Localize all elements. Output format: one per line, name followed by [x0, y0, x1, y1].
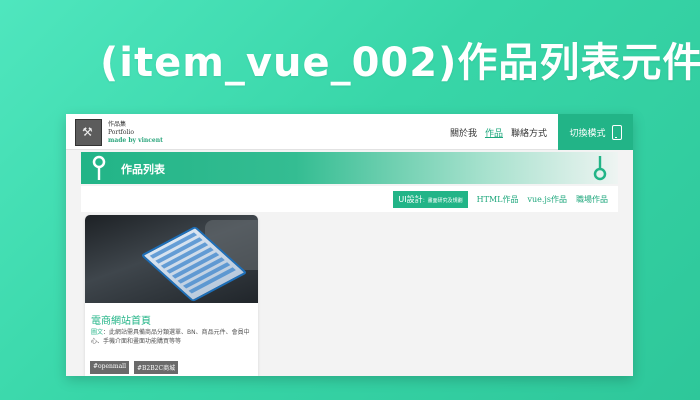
top-navbar: ⚒ 作品集 Portfolio made by vincent 關於我 作品 聯… [66, 114, 633, 150]
tag[interactable]: #openmall [90, 361, 129, 374]
brand-line-3: made by vincent [108, 137, 163, 144]
page-hero-title: (item_vue_002)作品列表元件 [100, 40, 700, 86]
filter-html[interactable]: HTML作品 [477, 194, 519, 205]
nav-item-about[interactable]: 關於我 [450, 126, 477, 139]
card-desc-text: ：此網站需具備商品分類選單、BN、商品元件、會員中心、手機介面和畫面功能購買等等 [91, 329, 250, 345]
filter-ui-design-sub: ：畫面研究及規劃 [422, 198, 463, 204]
switch-mode-label: 切換模式 [569, 128, 606, 139]
nav-item-works[interactable]: 作品 [485, 126, 503, 139]
card-title[interactable]: 電商網站首頁 [91, 312, 151, 327]
filter-list: UI設計：畫面研究及規劃 HTML作品 vue.js作品 職場作品 [393, 191, 608, 208]
card-desc-label: 圖文 [91, 329, 104, 336]
brand-line-2: Portfolio [108, 129, 134, 136]
section-title: 作品列表 [121, 163, 165, 176]
main-nav: 關於我 作品 聯絡方式 [450, 126, 547, 139]
filter-vuejs[interactable]: vue.js作品 [527, 194, 567, 205]
key-icon [92, 155, 106, 180]
tag[interactable]: #B2B2C商城 [134, 361, 179, 374]
filter-ui-design[interactable]: UI設計：畫面研究及規劃 [393, 191, 468, 208]
app-window: ⚒ 作品集 Portfolio made by vincent 關於我 作品 聯… [66, 114, 633, 376]
hammer-icon: ⚒ [82, 125, 93, 139]
card-thumbnail [85, 215, 258, 303]
site-logo[interactable]: ⚒ [75, 119, 102, 146]
card-tags: #openmall #B2B2C商城 [90, 361, 179, 374]
section-header: 作品列表 [81, 152, 618, 184]
mobile-phone-icon [611, 124, 622, 140]
nav-item-contact[interactable]: 聯絡方式 [511, 126, 547, 139]
filter-workplace[interactable]: 職場作品 [576, 194, 608, 205]
switch-mode-button[interactable]: 切換模式 [558, 114, 633, 150]
brand-line-1: 作品集 [108, 121, 127, 128]
portfolio-card[interactable]: 電商網站首頁 圖文：此網站需具備商品分類選單、BN、商品元件、會員中心、手機介面… [85, 215, 258, 376]
filter-ui-design-label: UI設計 [398, 195, 423, 204]
category-filter-bar: UI設計：畫面研究及規劃 HTML作品 vue.js作品 職場作品 [81, 186, 618, 212]
brand-text: 作品集 Portfolio made by vincent [108, 121, 163, 145]
card-description: 圖文：此網站需具備商品分類選單、BN、商品元件、會員中心、手機介面和畫面功能購買… [91, 328, 253, 346]
key-icon-inverted [593, 156, 607, 181]
